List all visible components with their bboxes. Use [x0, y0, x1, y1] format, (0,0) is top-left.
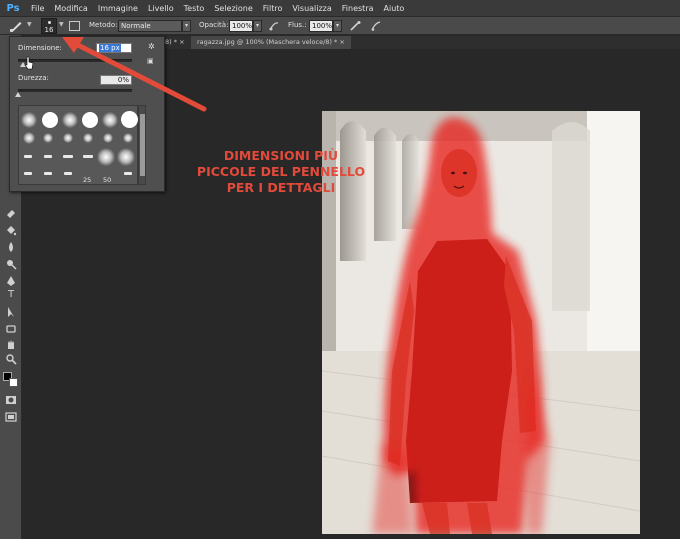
zoom-icon[interactable] — [5, 353, 17, 365]
brush-preset-grid: 25 50 — [18, 105, 138, 185]
brush-preset-soft[interactable] — [21, 112, 37, 128]
options-bar: ▼ 16 ▼ Metodo: Normale ▾ Opacità: 100% ▾… — [0, 17, 680, 35]
brush-picker-dropdown-icon[interactable]: ▼ — [59, 21, 64, 28]
brush-preset-soft[interactable] — [123, 133, 133, 143]
annotation-line: DIMENSIONI PIÙ — [223, 148, 339, 163]
brush-panel-icon[interactable] — [69, 21, 80, 31]
tab-label: 8) * — [165, 38, 177, 46]
tab-ragazza[interactable]: ragazza.jpg @ 100% (Maschera veloce/8) *… — [191, 36, 351, 49]
flow-input[interactable]: 100% — [309, 20, 333, 32]
brush-preset-stroke[interactable] — [63, 155, 73, 158]
brush-size-preview[interactable]: 16 — [41, 18, 57, 34]
menu-modifica[interactable]: Modifica — [49, 0, 92, 17]
brush-preset-hard[interactable] — [121, 111, 138, 128]
menu-immagine[interactable]: Immagine — [93, 0, 143, 17]
brush-preset-stroke[interactable] — [24, 172, 32, 175]
method-select[interactable]: Normale — [118, 20, 182, 32]
new-preset-icon[interactable]: ▣ — [147, 57, 154, 65]
menu-visualizza[interactable]: Visualizza — [287, 0, 336, 17]
path-selection-icon[interactable] — [5, 306, 17, 318]
brush-preset-stroke[interactable] — [44, 172, 52, 175]
paint-bucket-icon[interactable] — [5, 224, 17, 236]
opacity-dropdown-icon[interactable]: ▾ — [253, 20, 262, 32]
tab-close-icon[interactable]: × — [179, 38, 184, 46]
size-label: Dimensione: — [18, 44, 62, 52]
tab-close-icon[interactable]: × — [339, 38, 344, 46]
eraser-icon[interactable] — [5, 207, 17, 219]
brush-preset-soft[interactable] — [103, 133, 113, 143]
method-dropdown-icon[interactable]: ▾ — [182, 20, 191, 32]
tab-label: ragazza.jpg @ 100% (Maschera veloce/8) * — [197, 38, 338, 46]
menu-aiuto[interactable]: Aiuto — [379, 0, 410, 17]
dodge-icon[interactable] — [5, 258, 17, 270]
tab-previous-document[interactable]: 8) * × — [165, 36, 185, 49]
brush-preset-stroke[interactable] — [83, 155, 93, 158]
brush-preset-size-label: 50 — [103, 176, 112, 184]
brush-preset-stroke[interactable] — [44, 155, 52, 158]
brush-preset-soft[interactable] — [102, 112, 118, 128]
hardness-label: Durezza: — [18, 74, 49, 82]
flow-label: Flus.: — [288, 21, 307, 29]
pressure-size-icon[interactable] — [370, 20, 382, 32]
brush-preset-size-label: 25 — [83, 176, 92, 184]
background-color-swatch[interactable] — [9, 378, 18, 387]
hardness-slider-track[interactable] — [18, 89, 132, 92]
photoshop-logo: Ps — [6, 2, 20, 14]
airbrush-icon[interactable] — [349, 20, 361, 32]
flow-dropdown-icon[interactable]: ▾ — [333, 20, 342, 32]
brush-preset-soft[interactable] — [62, 112, 78, 128]
brush-preset-soft[interactable] — [63, 133, 73, 143]
mouse-cursor-icon — [24, 56, 34, 70]
opacity-label: Opacità: — [199, 21, 229, 29]
tutorial-annotation: DIMENSIONI PIÙ PICCOLE DEL PENNELLO PER … — [178, 148, 384, 196]
size-input-value: 16 px — [99, 44, 121, 52]
brush-preset-hard[interactable] — [42, 112, 58, 128]
opacity-input[interactable]: 100% — [229, 20, 253, 32]
quick-mask-icon[interactable] — [5, 394, 17, 406]
brush-preset-soft[interactable] — [117, 148, 135, 166]
hand-icon[interactable] — [5, 338, 17, 350]
menu-testo[interactable]: Testo — [179, 0, 210, 17]
menu-selezione[interactable]: Selezione — [209, 0, 257, 17]
hardness-slider-knob[interactable] — [15, 92, 21, 97]
menu-file[interactable]: File — [26, 0, 49, 17]
menu-bar: Ps File Modifica Immagine Livello Testo … — [0, 0, 680, 17]
gear-icon[interactable]: ✲ — [148, 42, 155, 51]
preset-scrollbar[interactable] — [138, 105, 146, 185]
brush-preset-soft[interactable] — [83, 133, 93, 143]
document-tabs: 8) * × ragazza.jpg @ 100% (Maschera velo… — [165, 36, 680, 49]
scrollbar-thumb[interactable] — [140, 114, 145, 176]
text-tool-icon[interactable]: T — [5, 289, 17, 301]
hardness-input[interactable]: 0% — [100, 75, 132, 85]
brush-icon[interactable] — [9, 20, 23, 32]
pressure-icon[interactable] — [268, 20, 280, 32]
rectangle-shape-icon[interactable] — [5, 323, 17, 335]
brush-size-value: 16 — [44, 26, 54, 34]
size-input[interactable]: 16 px — [96, 43, 132, 53]
brush-preset-soft[interactable] — [97, 148, 115, 166]
menu-livello[interactable]: Livello — [143, 0, 179, 17]
brush-preset-soft[interactable] — [43, 133, 53, 143]
menu-filtro[interactable]: Filtro — [258, 0, 288, 17]
brush-preset-stroke[interactable] — [24, 155, 32, 158]
method-label: Metodo: — [89, 21, 118, 29]
annotation-line: PICCOLE DEL PENNELLO — [196, 164, 366, 179]
pen-icon[interactable] — [5, 275, 17, 287]
screen-mode-icon[interactable] — [5, 411, 17, 423]
annotation-line: PER I DETTAGLI — [226, 180, 336, 195]
blur-icon[interactable] — [5, 241, 17, 253]
brush-preset-hard[interactable] — [82, 112, 98, 128]
brush-preset-soft[interactable] — [23, 132, 35, 144]
brush-preset-stroke[interactable] — [64, 172, 72, 175]
menu-finestra[interactable]: Finestra — [337, 0, 379, 17]
brush-tip-dot — [48, 21, 51, 24]
tool-preset-dropdown-icon[interactable]: ▼ — [27, 21, 32, 28]
brush-preset-stroke[interactable] — [124, 172, 132, 175]
